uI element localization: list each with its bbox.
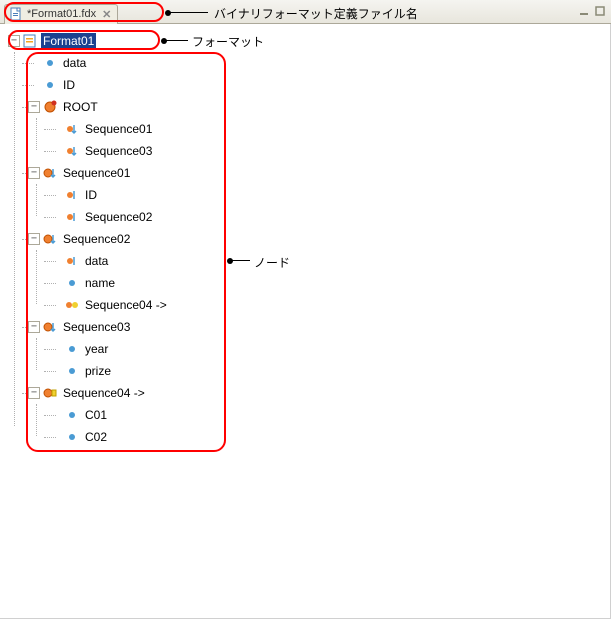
format-root-icon <box>22 33 38 49</box>
sequence-icon <box>42 165 58 181</box>
annotation-dot <box>161 38 167 44</box>
tree-node[interactable]: Sequence03 <box>8 140 611 162</box>
tree-node[interactable]: prize <box>8 360 611 382</box>
tree-node[interactable]: ID <box>8 74 611 96</box>
tree-label[interactable]: name <box>83 275 117 291</box>
sequence-link-icon <box>42 385 58 401</box>
close-icon[interactable]: ✕ <box>102 8 111 21</box>
tree-label[interactable]: ROOT <box>61 99 100 115</box>
tree-label[interactable]: prize <box>83 363 113 379</box>
attribute-icon <box>64 407 80 423</box>
tree-node[interactable]: Sequence02 <box>8 206 611 228</box>
expander-icon[interactable]: − <box>8 35 20 47</box>
tree-node[interactable]: data <box>8 52 611 74</box>
expander-icon[interactable]: − <box>28 167 40 179</box>
annotation-dot <box>227 258 233 264</box>
maximize-icon[interactable] <box>593 4 607 18</box>
tree-node-root-seq[interactable]: − ROOT <box>8 96 611 118</box>
sequence-icon <box>42 319 58 335</box>
annotation-node: ノード <box>254 254 290 271</box>
annotation-dot <box>165 10 171 16</box>
attribute-icon <box>64 363 80 379</box>
expander-icon[interactable]: − <box>28 387 40 399</box>
tree-label[interactable]: ID <box>83 187 99 203</box>
seq-ref-icon <box>64 121 80 137</box>
minimize-icon[interactable] <box>577 4 591 18</box>
tree-node[interactable]: − Sequence03 <box>8 316 611 338</box>
tree-label[interactable]: ID <box>61 77 77 93</box>
attribute-icon <box>64 275 80 291</box>
tree-node[interactable]: − Sequence04 -> <box>8 382 611 404</box>
tree-node[interactable]: − Sequence01 <box>8 162 611 184</box>
tree-label[interactable]: data <box>83 253 110 269</box>
tree-node[interactable]: data <box>8 250 611 272</box>
tab-title: *Format01.fdx <box>27 8 96 20</box>
tree-label[interactable]: Sequence01 <box>61 165 132 181</box>
tree-label[interactable]: year <box>83 341 110 357</box>
tree-label[interactable]: data <box>61 55 88 71</box>
expander-icon[interactable]: − <box>28 233 40 245</box>
seq-ref-icon <box>64 209 80 225</box>
seq-ref-icon <box>64 253 80 269</box>
tree-label[interactable]: Sequence04 -> <box>83 297 169 313</box>
tree-label[interactable]: Sequence04 -> <box>61 385 147 401</box>
annotation-line <box>164 40 188 41</box>
tree-label[interactable]: Sequence03 <box>61 319 132 335</box>
tree-node[interactable]: Sequence04 -> <box>8 294 611 316</box>
tree-node[interactable]: name <box>8 272 611 294</box>
annotation-filename: バイナリフォーマット定義ファイル名 <box>214 5 418 22</box>
tree-label-format01[interactable]: Format01 <box>41 33 96 49</box>
tab-format01[interactable]: *Format01.fdx ✕ <box>4 4 118 24</box>
tree-label[interactable]: Sequence02 <box>61 231 132 247</box>
annotation-line <box>230 260 250 261</box>
window-controls <box>577 4 607 18</box>
annotation-line <box>168 12 208 13</box>
seq-ref-icon <box>64 187 80 203</box>
tree-label[interactable]: Sequence01 <box>83 121 154 137</box>
tree-node[interactable]: C01 <box>8 404 611 426</box>
tree-node[interactable]: C02 <box>8 426 611 448</box>
root-seq-icon <box>42 99 58 115</box>
seq-ref-icon <box>64 143 80 159</box>
attribute-icon <box>42 77 58 93</box>
tree-view[interactable]: − Format01 data ID <box>0 30 611 448</box>
expander-icon[interactable]: − <box>28 101 40 113</box>
seq-link-icon <box>64 297 80 313</box>
expander-icon[interactable]: − <box>28 321 40 333</box>
tree-node-root[interactable]: − Format01 <box>8 30 611 52</box>
tree-label[interactable]: Sequence03 <box>83 143 154 159</box>
tree-node[interactable]: ID <box>8 184 611 206</box>
sequence-icon <box>42 231 58 247</box>
attribute-icon <box>42 55 58 71</box>
tree-node[interactable]: Sequence01 <box>8 118 611 140</box>
attribute-icon <box>64 429 80 445</box>
attribute-icon <box>64 341 80 357</box>
annotation-format: フォーマット <box>192 33 264 50</box>
tree-node[interactable]: − Sequence02 <box>8 228 611 250</box>
tree-label[interactable]: C01 <box>83 407 109 423</box>
tree-label[interactable]: C02 <box>83 429 109 445</box>
content-area: − Format01 data ID <box>0 24 611 619</box>
tree-label[interactable]: Sequence02 <box>83 209 154 225</box>
file-icon <box>9 7 23 21</box>
tree-node[interactable]: year <box>8 338 611 360</box>
